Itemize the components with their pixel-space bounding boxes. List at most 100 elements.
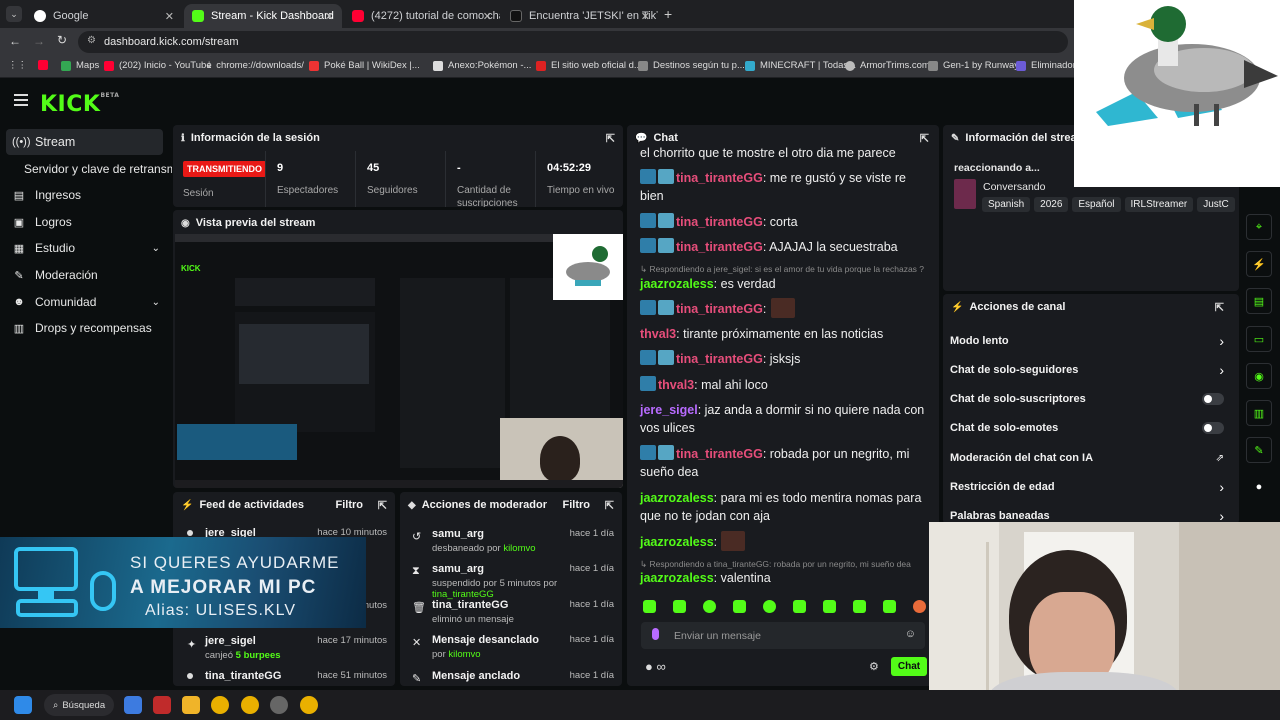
windows-taskbar: ⌕ Búsqueda [0, 690, 1280, 720]
external-link-icon[interactable]: ⇱ [1215, 301, 1224, 314]
tab-kick-dashboard[interactable]: Stream - Kick Dashboard ✕ [184, 4, 342, 28]
folder-icon[interactable] [182, 696, 200, 714]
tab-tiktok[interactable]: Encuentra 'JETSKI' en TikTok | B✕ [502, 4, 658, 28]
chat-settings-row: ● ∞ [645, 659, 666, 674]
new-tab-button[interactable]: + [664, 6, 672, 22]
bookmark-anexo[interactable]: Anexo:Pokémon -... [433, 60, 531, 71]
sidebar-item-stream[interactable]: ((•)) Stream [12, 131, 75, 153]
bookmark-armortrims[interactable]: ArmorTrims.com [845, 60, 930, 71]
points-icon[interactable]: ● [645, 659, 653, 674]
close-icon[interactable]: ✕ [165, 10, 174, 23]
close-icon[interactable]: ✕ [325, 10, 334, 23]
external-link-icon[interactable]: ⇱ [378, 499, 387, 512]
tab-search-icon[interactable]: ⌄ [6, 6, 22, 22]
sidebar-item-estudio[interactable]: ▦ Estudio ⌄ [12, 237, 160, 259]
tag[interactable]: JustC [1197, 197, 1235, 212]
channel-action-slow-mode[interactable]: Modo lento › [950, 332, 1230, 350]
tab-google[interactable]: Google ✕ [26, 4, 182, 28]
filter-button[interactable]: Filtro [336, 499, 364, 511]
sidebar-item-moderacion[interactable]: ✎ Moderación [12, 264, 97, 286]
back-icon[interactable]: ← [9, 34, 21, 48]
emote-icon[interactable] [733, 600, 746, 613]
emote-icon[interactable] [643, 600, 656, 613]
emoji-icon[interactable]: ☺ [905, 628, 916, 640]
tag[interactable]: Spanish [982, 197, 1031, 212]
close-icon[interactable]: ✕ [483, 10, 492, 23]
apps-icon[interactable]: ⋮⋮ [8, 60, 27, 71]
sidebar-item-server-key[interactable]: Servidor y clave de retransm [24, 158, 172, 180]
gear-icon[interactable]: ⚙ [869, 660, 879, 673]
bookmark-oficial[interactable]: El sitio web oficial d... [536, 60, 642, 71]
emote-icon[interactable] [763, 600, 776, 613]
kick-logo[interactable]: KICKBETA [40, 92, 119, 117]
dot-icon [187, 530, 193, 536]
rail-chat-icon[interactable]: ▭ [1246, 326, 1272, 352]
rail-wrench-icon[interactable]: ✎ [1246, 437, 1272, 463]
url-field[interactable]: ⚙ dashboard.kick.com/stream [78, 31, 1068, 53]
chat-message: jaazrozaless: [640, 535, 718, 549]
filter-button[interactable]: Filtro [563, 499, 591, 511]
forward-icon[interactable]: → [33, 34, 45, 48]
channel-action-ai-moderation[interactable]: Moderación del chat con IA ⇗ [950, 449, 1230, 467]
chrome-icon[interactable] [241, 696, 259, 714]
money-icon: ▤ [13, 189, 25, 202]
windows-start-icon[interactable] [14, 696, 32, 714]
stream-preview-video[interactable]: KICK [175, 234, 623, 488]
bookmark-destinos[interactable]: Destinos según tu p... [638, 60, 745, 71]
bookmark-minecraft[interactable]: MINECRAFT | Todas... [745, 60, 856, 71]
external-link-icon[interactable]: ⇱ [606, 132, 615, 145]
channel-action-age-restriction[interactable]: Restricción de edad › [950, 478, 1230, 496]
external-link-icon[interactable]: ⇱ [920, 132, 929, 145]
bookmark-wikidex[interactable]: Poké Ball | WikiDex |... [309, 60, 420, 71]
sidebar-item-comunidad[interactable]: ☻ Comunidad ⌄ [12, 291, 160, 313]
rail-document-icon[interactable]: ▤ [1246, 288, 1272, 314]
bookmark-downloads[interactable]: ⤓ chrome://downloads/ [207, 60, 304, 71]
emote-icon[interactable] [673, 600, 686, 613]
tag[interactable]: IRLStreamer [1124, 197, 1194, 212]
bookmark-youtube-icon[interactable] [38, 60, 53, 70]
rail-broadcast-icon[interactable]: ◉ [1246, 363, 1272, 389]
emotes-only-toggle[interactable] [1202, 422, 1224, 434]
close-icon[interactable]: ✕ [641, 10, 650, 23]
taskbar-app-icon[interactable] [124, 696, 142, 714]
emote-icon[interactable] [793, 600, 806, 613]
preview-banner [177, 424, 297, 460]
channel-action-followers-only[interactable]: Chat de solo-seguidores › [950, 361, 1230, 379]
bookmark-youtube[interactable]: (202) Inicio - YouTube [104, 60, 212, 71]
tag[interactable]: 2026 [1034, 197, 1069, 212]
tab-youtube[interactable]: (4272) tutorial de como chamu✕ [344, 4, 500, 28]
rail-points-icon[interactable]: ● [1246, 474, 1272, 500]
subscribers-only-toggle[interactable] [1202, 393, 1224, 405]
chrome-icon[interactable] [211, 696, 229, 714]
emote-icon[interactable] [823, 600, 836, 613]
mod-actions-panel: ◆ Acciones de moderador Filtro ⇱ ↺ samu_arg d… [400, 492, 622, 686]
mod-badge-icon [640, 169, 656, 184]
hamburger-menu-icon[interactable] [14, 94, 28, 106]
rail-target-icon[interactable]: ⌖ [1246, 214, 1272, 240]
external-link-icon[interactable]: ⇱ [605, 499, 614, 512]
emote-icon[interactable] [883, 600, 896, 613]
site-info-icon[interactable]: ⚙ [87, 35, 96, 46]
sidebar-item-logros[interactable]: ▣ Logros [12, 211, 72, 233]
taskbar-search[interactable]: ⌕ Búsqueda [44, 694, 114, 716]
chat-input[interactable]: Enviar un mensaje ☺ [641, 622, 925, 649]
emote-icon[interactable] [703, 600, 716, 613]
microphone-icon[interactable] [652, 628, 659, 640]
rail-lightning-icon[interactable]: ⚡ [1246, 251, 1272, 277]
reload-icon[interactable]: ↻ [57, 33, 67, 47]
taskbar-app-icon[interactable] [153, 696, 171, 714]
feed-item: tina_tiranteGG hace 51 minutos [187, 670, 387, 682]
chat-message: jere_sigel: jaz anda a dormir si no quie… [640, 403, 925, 435]
sidebar-item-ingresos[interactable]: ▤ Ingresos [12, 184, 81, 206]
tag[interactable]: Español [1072, 197, 1121, 212]
send-chat-button[interactable]: Chat [891, 657, 927, 676]
sidebar-item-drops[interactable]: ▥ Drops y recompensas [12, 317, 152, 339]
chrome-icon[interactable] [300, 696, 318, 714]
duck-overlay-image [1074, 0, 1280, 187]
bookmark-runway[interactable]: Gen-1 by Runway [928, 60, 1019, 71]
taskbar-app-icon[interactable] [270, 696, 288, 714]
emote-icon[interactable] [853, 600, 866, 613]
emote-icon[interactable] [913, 600, 926, 613]
bookmark-maps[interactable]: Maps [61, 60, 99, 71]
rail-server-icon[interactable]: ▥ [1246, 400, 1272, 426]
